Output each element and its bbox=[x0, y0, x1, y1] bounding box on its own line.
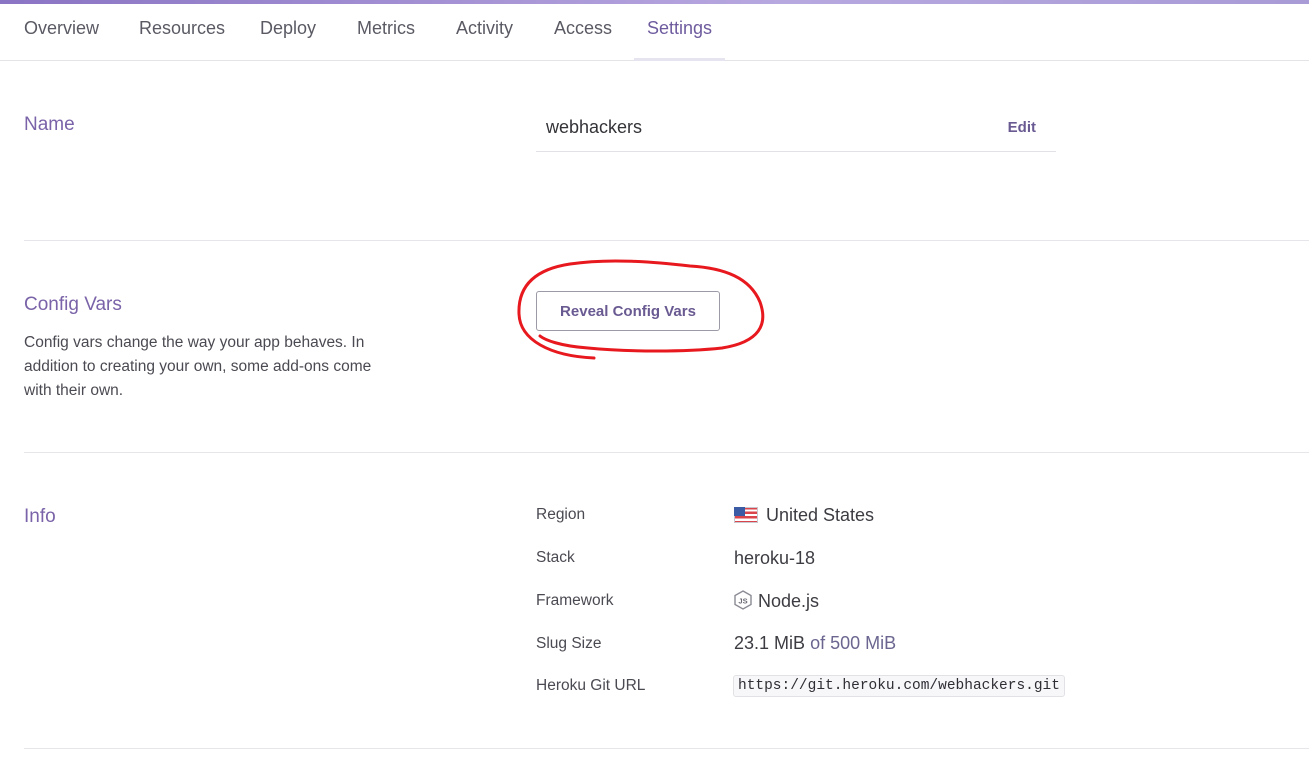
slug-size-label: Slug Size bbox=[536, 635, 602, 652]
app-name-value: webhackers bbox=[546, 117, 643, 137]
section-divider bbox=[24, 748, 1309, 749]
framework-label: Framework bbox=[536, 592, 614, 609]
slug-size-value: 23.1 MiB bbox=[734, 633, 806, 653]
tab-deploy[interactable]: Deploy bbox=[260, 4, 316, 60]
tab-access[interactable]: Access bbox=[554, 4, 612, 60]
tab-settings[interactable]: Settings bbox=[647, 4, 712, 60]
tab-resources[interactable]: Resources bbox=[139, 4, 225, 60]
stack-label: Stack bbox=[536, 549, 575, 566]
framework-value: Node.js bbox=[758, 591, 820, 611]
svg-text:JS: JS bbox=[738, 597, 747, 606]
region-label: Region bbox=[536, 506, 586, 523]
edit-name-button[interactable]: Edit bbox=[1008, 119, 1036, 136]
active-tab-indicator bbox=[634, 58, 725, 61]
region-value: United States bbox=[766, 505, 875, 525]
stack-value: heroku-18 bbox=[734, 548, 816, 568]
reveal-config-vars-button[interactable]: Reveal Config Vars bbox=[536, 291, 720, 331]
nodejs-icon: JS bbox=[734, 590, 752, 610]
tab-overview[interactable]: Overview bbox=[24, 4, 99, 60]
info-section-title: Info bbox=[24, 506, 56, 527]
section-divider bbox=[24, 240, 1309, 241]
slug-size-limit: of 500 MiB bbox=[810, 633, 897, 653]
config-vars-title: Config Vars bbox=[24, 294, 122, 315]
region-value-row: United States bbox=[734, 505, 874, 526]
name-section-title: Name bbox=[24, 114, 75, 135]
us-flag-icon bbox=[734, 507, 758, 523]
config-vars-description: Config vars change the way your app beha… bbox=[24, 334, 372, 399]
framework-value-row: JS Node.js bbox=[734, 590, 819, 612]
slug-size-row: 23.1 MiB of 500 MiB bbox=[734, 633, 896, 654]
tab-metrics[interactable]: Metrics bbox=[357, 4, 415, 60]
git-url-value[interactable]: https://git.heroku.com/webhackers.git bbox=[733, 675, 1065, 697]
section-divider bbox=[24, 452, 1309, 453]
app-name-row: webhackers Edit bbox=[536, 104, 1056, 152]
app-nav-tabs: Overview Resources Deploy Metrics Activi… bbox=[0, 4, 1309, 61]
git-url-label: Heroku Git URL bbox=[536, 677, 646, 694]
tab-activity[interactable]: Activity bbox=[456, 4, 513, 60]
